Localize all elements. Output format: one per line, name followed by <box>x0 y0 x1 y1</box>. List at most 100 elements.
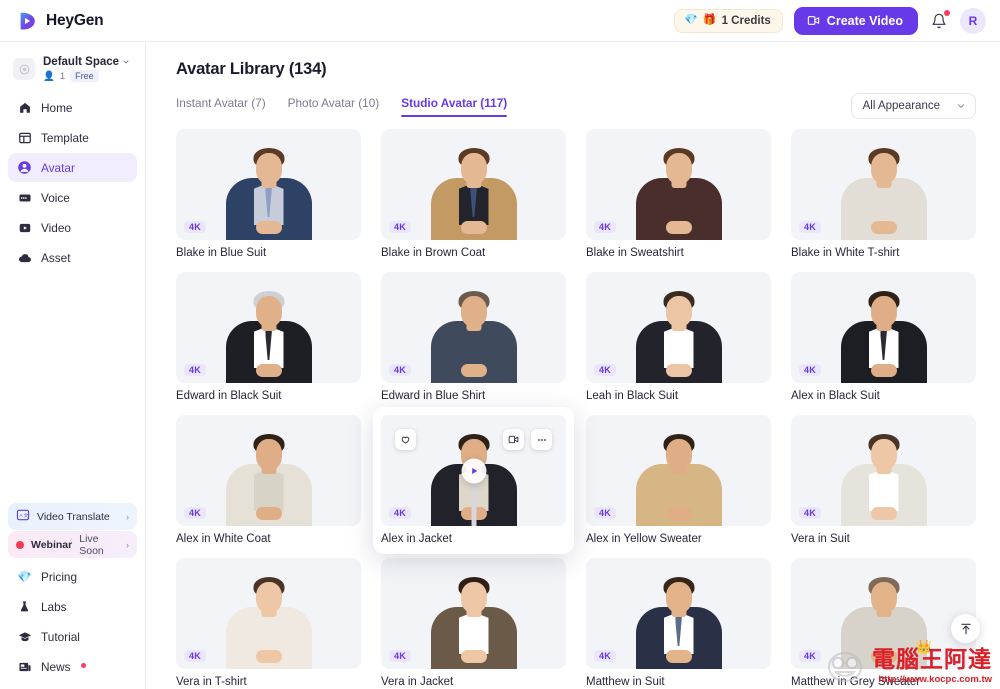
avatar-card-right-actions <box>503 429 552 450</box>
home-icon <box>17 100 32 115</box>
sidebar-item-webinar[interactable]: Webinar Live Soon › <box>8 531 137 558</box>
sidebar-item-label: Labs <box>41 599 67 614</box>
sidebar-item-labs[interactable]: Labs <box>8 592 137 621</box>
sidebar-item-tutorial[interactable]: Tutorial <box>8 622 137 651</box>
tab-photo-avatar[interactable]: Photo Avatar (10) <box>288 96 380 117</box>
create-video-button[interactable]: Create Video <box>793 6 918 35</box>
avatar-thumbnail[interactable]: 4K <box>791 129 976 240</box>
person-hands <box>665 650 692 663</box>
sidebar-item-video[interactable]: Video <box>8 213 137 242</box>
create-video-label: Create Video <box>826 13 903 28</box>
avatar-card[interactable]: 4K Matthew in Suit <box>586 558 771 688</box>
avatar-card[interactable]: 4K Alex in Black Suit <box>791 272 976 402</box>
gift-icon: 🎁 <box>702 14 717 26</box>
resolution-badge: 4K <box>799 507 822 519</box>
avatar-thumbnail[interactable]: 4K <box>791 415 976 526</box>
person-hands <box>665 364 692 377</box>
resolution-badge: 4K <box>799 364 822 376</box>
avatar-card[interactable]: 4K Blake in White T-shirt <box>791 129 976 259</box>
favorite-button[interactable] <box>395 429 416 450</box>
create-video-from-avatar-button[interactable] <box>503 429 524 450</box>
sidebar-item-news[interactable]: News <box>8 652 137 681</box>
avatar-card-label: Alex in Yellow Sweater <box>586 533 702 545</box>
person-head <box>255 582 282 613</box>
notifications-button[interactable] <box>929 9 950 31</box>
more-options-icon <box>537 438 546 441</box>
avatar-card[interactable]: 4K Leah in Black Suit <box>586 272 771 402</box>
sidebar-item-home[interactable]: Home <box>8 93 137 122</box>
avatar-card[interactable]: 4K Alex in Yellow Sweater <box>586 415 771 545</box>
sidebar-item-video-translate[interactable]: A文 Video Translate › <box>8 503 137 530</box>
avatar-thumbnail[interactable]: 4K <box>586 272 771 383</box>
avatar-card-label: Blake in Brown Coat <box>381 247 486 259</box>
person-hands <box>665 221 692 234</box>
avatar-thumbnail[interactable]: 4K <box>381 272 566 383</box>
video-add-icon <box>807 16 819 25</box>
avatar-card[interactable]: 4K Blake in Sweatshirt <box>586 129 771 259</box>
scroll-to-top-icon <box>960 623 971 634</box>
avatar-card[interactable]: 4K Blake in Brown Coat <box>381 129 566 259</box>
person-shirt <box>868 469 899 511</box>
sidebar-item-label: Home <box>41 100 73 115</box>
sidebar-item-template[interactable]: Template <box>8 123 137 152</box>
avatar-thumbnail[interactable]: 4K <box>791 558 976 669</box>
credits-label: 1 Credits <box>721 14 771 27</box>
person-head <box>460 582 487 613</box>
avatar-card-hovered[interactable]: 4K Alex in Jacket <box>373 407 574 554</box>
avatar-thumbnail[interactable]: 4K <box>176 558 361 669</box>
person-head <box>255 439 282 470</box>
resolution-badge: 4K <box>184 364 207 376</box>
avatar-thumbnail[interactable]: 4K <box>586 129 771 240</box>
credits-pill[interactable]: 💎 🎁 1 Credits <box>674 8 783 33</box>
space-switcher[interactable]: Default Space 👤 1 Free <box>8 50 137 88</box>
avatar-thumbnail[interactable]: 4K <box>586 558 771 669</box>
avatar-card[interactable]: 4K Blake in Blue Suit <box>176 129 361 259</box>
app-body: Default Space 👤 1 Free Home Template Ava… <box>0 42 1000 689</box>
avatar-card[interactable]: 4K Edward in Black Suit <box>176 272 361 402</box>
sidebar-item-asset[interactable]: Asset <box>8 243 137 272</box>
avatar-card[interactable]: 4K Vera in Jacket <box>381 558 566 688</box>
avatar-thumbnail[interactable]: 4K <box>381 129 566 240</box>
avatar-thumbnail[interactable]: 4K <box>381 415 566 526</box>
person-head <box>665 439 692 470</box>
avatar-card[interactable]: 4K Edward in Blue Shirt <box>381 272 566 402</box>
sidebar: Default Space 👤 1 Free Home Template Ava… <box>0 42 146 689</box>
user-avatar[interactable]: R <box>960 7 986 34</box>
tab-instant-avatar[interactable]: Instant Avatar (7) <box>176 96 266 117</box>
asset-cloud-icon <box>17 250 32 265</box>
graduation-cap-icon <box>17 629 32 644</box>
person-hands <box>460 650 487 663</box>
sidebar-item-pricing[interactable]: 💎 Pricing <box>8 562 137 591</box>
top-bar-actions: 💎 🎁 1 Credits Create Video R <box>674 6 986 35</box>
avatar-thumbnail[interactable]: 4K <box>176 272 361 383</box>
play-preview-button[interactable] <box>461 458 486 483</box>
more-options-button[interactable] <box>531 429 552 450</box>
avatar-card[interactable]: 4K Matthew in Grey Sweater <box>791 558 976 688</box>
avatar-card[interactable]: 4K Vera in T-shirt <box>176 558 361 688</box>
scroll-to-top-button[interactable] <box>951 614 980 643</box>
avatar-card[interactable]: 4K Vera in Suit <box>791 415 976 545</box>
avatar-card[interactable]: 4K Alex in White Coat <box>176 415 361 545</box>
avatar-thumbnail[interactable]: 4K <box>176 415 361 526</box>
voice-icon <box>17 190 32 205</box>
person-head <box>665 582 692 613</box>
person-hands <box>460 364 487 377</box>
resolution-badge: 4K <box>184 507 207 519</box>
tab-studio-avatar[interactable]: Studio Avatar (117) <box>401 96 507 117</box>
resolution-badge: 4K <box>594 364 617 376</box>
person-shirt <box>663 469 694 511</box>
brand-logo[interactable]: HeyGen <box>16 10 104 32</box>
appearance-filter-select[interactable]: All Appearance <box>850 93 976 119</box>
person-shirt <box>868 183 899 225</box>
avatar-thumbnail[interactable]: 4K <box>176 129 361 240</box>
person-hands <box>255 507 282 520</box>
avatar-thumbnail[interactable]: 4K <box>791 272 976 383</box>
person-head <box>255 153 282 184</box>
avatar-thumbnail[interactable]: 4K <box>586 415 771 526</box>
heygen-play-logo-icon <box>20 12 35 30</box>
video-icon <box>17 220 32 235</box>
sidebar-item-voice[interactable]: Voice <box>8 183 137 212</box>
sidebar-item-avatar[interactable]: Avatar <box>8 153 137 182</box>
sidebar-item-label: Video Translate <box>37 510 110 523</box>
avatar-thumbnail[interactable]: 4K <box>381 558 566 669</box>
